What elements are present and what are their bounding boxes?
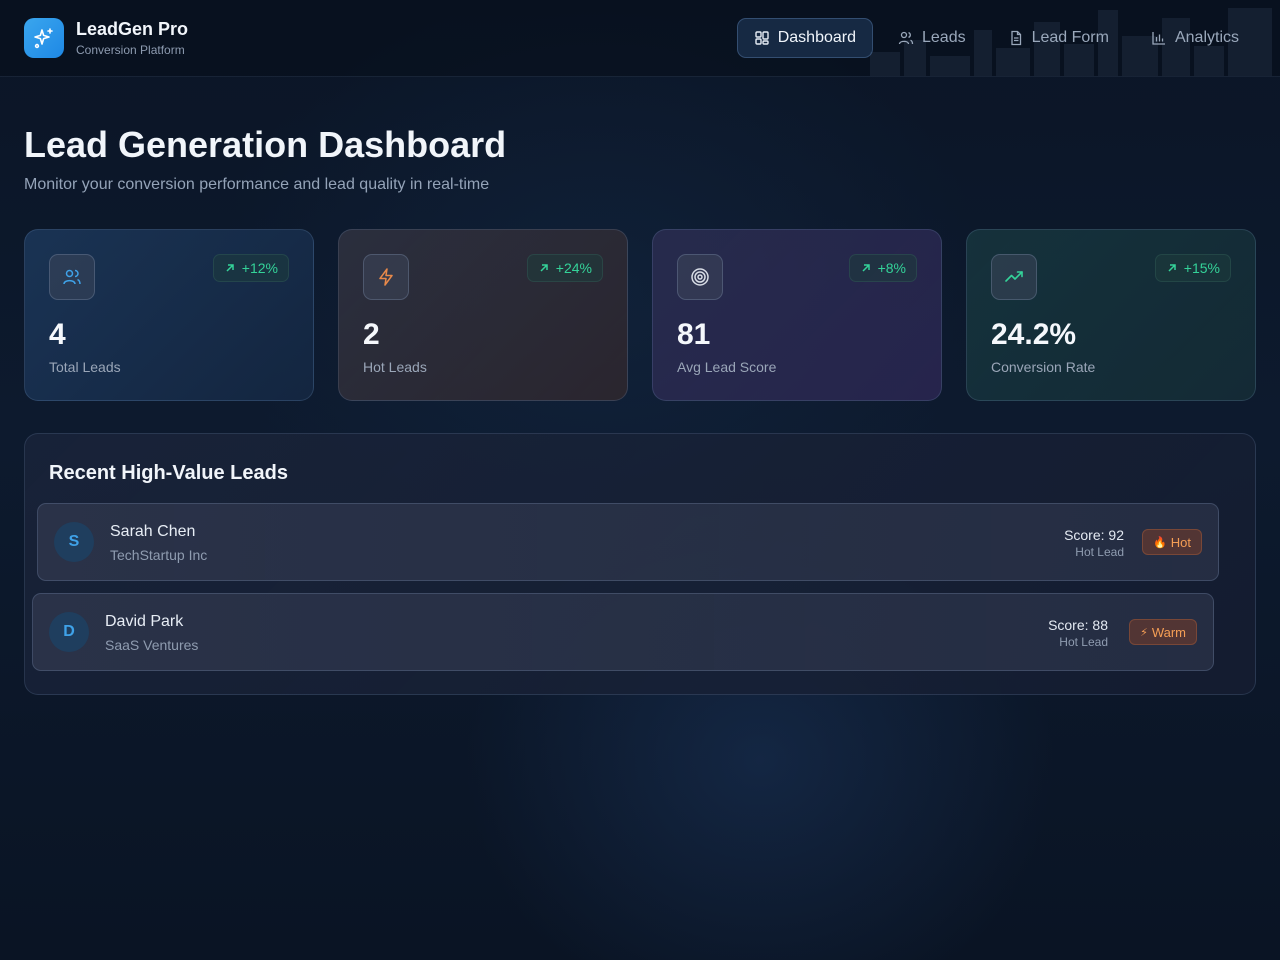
nav-analytics[interactable]: Analytics xyxy=(1134,18,1256,58)
stat-card-avg-score[interactable]: +8% 81 Avg Lead Score xyxy=(652,229,942,401)
trend-badge: +15% xyxy=(1154,254,1231,282)
stat-value: 4 xyxy=(49,318,66,351)
stat-label: Hot Leads xyxy=(363,359,427,375)
lightning-icon: ⚡ xyxy=(1140,626,1148,639)
nav-lead-form-label: Lead Form xyxy=(1031,29,1109,46)
brand-subtitle: Conversion Platform xyxy=(76,43,185,57)
lead-score: Score: 88 xyxy=(1048,617,1108,633)
fire-icon: 🔥 xyxy=(1153,536,1167,549)
nav-dashboard-label: Dashboard xyxy=(777,29,856,46)
page-subtitle: Monitor your conversion performance and … xyxy=(24,176,490,193)
status-badge-label: Hot xyxy=(1170,534,1191,550)
recent-leads-panel: Recent High-Value Leads S Sarah Chen Tec… xyxy=(24,433,1256,695)
users-icon xyxy=(898,31,914,45)
trend-value: +15% xyxy=(1183,260,1220,276)
brand-name: LeadGen Pro xyxy=(76,19,189,39)
nav-leads[interactable]: Leads xyxy=(881,18,983,58)
avatar: S xyxy=(54,522,94,562)
lead-company: SaaS Ventures xyxy=(105,637,199,653)
stat-label: Conversion Rate xyxy=(991,359,1096,375)
stat-value: 2 xyxy=(363,318,380,351)
grid-icon xyxy=(755,31,769,45)
page-title: Lead Generation Dashboard xyxy=(24,124,507,165)
stat-label: Avg Lead Score xyxy=(677,359,777,375)
lead-name: David Park xyxy=(105,613,184,630)
trend-value: +12% xyxy=(241,260,278,276)
status-badge-warm[interactable]: ⚡ Warm xyxy=(1129,619,1197,645)
trend-badge: +24% xyxy=(526,254,603,282)
arrow-up-right-icon xyxy=(540,264,548,272)
lead-score: Score: 92 xyxy=(1064,527,1124,543)
top-header: LeadGen Pro Conversion Platform Dashboar… xyxy=(0,0,1280,77)
trend-value: +24% xyxy=(555,260,592,276)
document-icon xyxy=(1010,30,1021,46)
stat-value: 24.2% xyxy=(991,318,1077,351)
panel-title: Recent High-Value Leads xyxy=(49,462,288,484)
nav-dashboard[interactable]: Dashboard xyxy=(736,18,873,58)
trending-up-icon xyxy=(991,254,1037,300)
stat-label: Total Leads xyxy=(49,359,121,375)
lead-row[interactable]: S Sarah Chen TechStartup Inc Score: 92 H… xyxy=(37,503,1219,581)
status-badge-hot[interactable]: 🔥 Hot xyxy=(1142,529,1202,555)
status-badge-label: Warm xyxy=(1151,624,1186,640)
main-nav: Dashboard Leads Lead Form Analytics xyxy=(736,18,1256,58)
users-icon xyxy=(49,254,95,300)
arrow-up-right-icon xyxy=(1168,264,1176,272)
stats-row: +12% 4 Total Leads +24% 2 Hot Leads +8% … xyxy=(24,229,1256,401)
lead-quality: Hot Lead xyxy=(1059,635,1108,649)
trend-badge: +12% xyxy=(212,254,289,282)
avatar: D xyxy=(49,612,89,652)
stat-value: 81 xyxy=(677,318,711,351)
stat-card-conversion-rate[interactable]: +15% 24.2% Conversion Rate xyxy=(966,229,1256,401)
trend-value: +8% xyxy=(877,260,906,276)
trend-badge: +8% xyxy=(848,254,917,282)
brand[interactable]: LeadGen Pro Conversion Platform xyxy=(24,18,188,58)
nav-analytics-label: Analytics xyxy=(1174,29,1239,46)
stat-card-hot-leads[interactable]: +24% 2 Hot Leads xyxy=(338,229,628,401)
bar-chart-icon xyxy=(1152,32,1165,45)
nav-lead-form[interactable]: Lead Form xyxy=(991,18,1126,58)
stat-card-total-leads[interactable]: +12% 4 Total Leads xyxy=(24,229,314,401)
lead-company: TechStartup Inc xyxy=(110,547,208,563)
lightning-icon xyxy=(363,254,409,300)
arrow-up-right-icon xyxy=(226,264,234,272)
target-icon xyxy=(677,254,723,300)
lead-row[interactable]: D David Park SaaS Ventures Score: 88 Hot… xyxy=(32,593,1214,671)
sparkles-logo-icon xyxy=(24,18,64,58)
lead-name: Sarah Chen xyxy=(110,523,196,540)
lead-quality: Hot Lead xyxy=(1075,545,1124,559)
arrow-up-right-icon xyxy=(862,264,870,272)
nav-leads-label: Leads xyxy=(922,29,966,46)
